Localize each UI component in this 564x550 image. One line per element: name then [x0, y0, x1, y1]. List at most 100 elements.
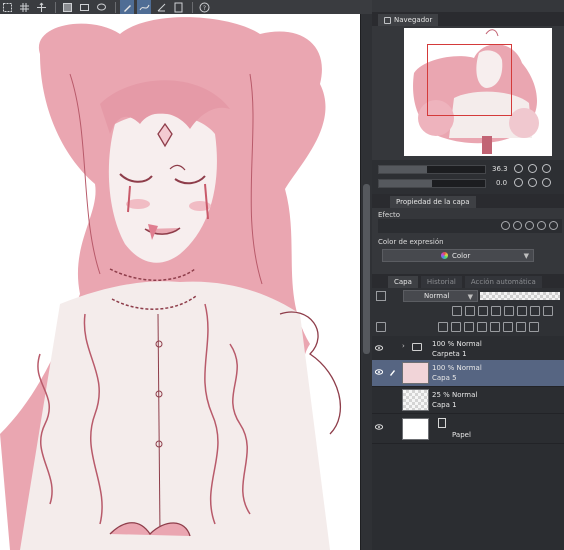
new-layer-icon[interactable] — [438, 322, 448, 332]
help-icon[interactable]: ? — [197, 0, 211, 14]
tab-layer-property[interactable]: Propiedad de la capa — [390, 196, 476, 208]
lasso-icon[interactable] — [94, 0, 108, 14]
tone-effect-icon[interactable] — [513, 221, 522, 230]
pen-icon[interactable] — [120, 0, 134, 14]
filter-effect-icon[interactable] — [549, 221, 558, 230]
trash-icon[interactable] — [516, 322, 526, 332]
navigator-preview[interactable] — [404, 28, 552, 156]
chevron-down-icon: ▼ — [523, 252, 529, 260]
navigator-tab-bar: Navegador — [372, 12, 564, 26]
zoom-out-icon[interactable] — [528, 164, 537, 173]
rule-icon[interactable] — [154, 0, 168, 14]
rotate-left-icon[interactable] — [514, 178, 523, 187]
transfer-icon[interactable] — [477, 322, 487, 332]
pen-icon — [390, 370, 395, 376]
layer-name: Capa 5 — [432, 374, 457, 382]
tab-layer-property-label: Propiedad de la capa — [396, 198, 470, 206]
navigator-controls: 36.3 0.0 — [372, 160, 564, 194]
lock-icon[interactable] — [478, 306, 488, 316]
layer-action-icons-right — [438, 322, 542, 332]
tab-history[interactable]: Historial — [420, 276, 462, 288]
effect-row — [378, 219, 562, 233]
mask-icon[interactable] — [504, 306, 514, 316]
more-icon[interactable] — [529, 322, 539, 332]
opacity-slider[interactable] — [480, 292, 560, 300]
effect-label: Efecto — [378, 211, 401, 219]
tab-layer[interactable]: Capa — [388, 276, 418, 288]
layer-row-selected[interactable]: 100 % Normal Capa 5 — [372, 360, 564, 387]
canvas-vertical-scrollbar[interactable] — [360, 14, 372, 550]
layer-frame-icon[interactable] — [77, 0, 91, 14]
zoom-in-icon[interactable] — [514, 164, 523, 173]
expression-color-label: Color de expresión — [378, 238, 444, 246]
color-effect-icon[interactable] — [525, 221, 534, 230]
layer-thumbnail — [402, 362, 429, 384]
rotation-slider[interactable] — [378, 179, 486, 188]
drawing-canvas[interactable] — [0, 14, 360, 550]
layer-row[interactable]: 25 % Normal Capa 1 — [372, 387, 564, 414]
toolbar-divider — [55, 1, 56, 13]
zoom-slider[interactable] — [378, 165, 486, 174]
tab-auto-actions[interactable]: Acción automática — [464, 276, 542, 288]
layer-mode: 100 % Normal — [432, 364, 482, 372]
layer-name: Carpeta 1 — [432, 350, 467, 358]
layer-thumbnail — [402, 418, 429, 440]
border-effect-icon[interactable] — [501, 221, 510, 230]
layer-row-paper[interactable]: Papel — [372, 414, 564, 444]
lock-alpha-icon[interactable] — [491, 306, 501, 316]
layer-lock-icons — [452, 306, 556, 316]
toolbar-divider — [192, 1, 193, 13]
scrollbar-thumb[interactable] — [363, 184, 370, 354]
navigator-view-frame[interactable] — [427, 44, 512, 116]
grid-icon[interactable] — [17, 0, 31, 14]
rectangle-select-icon[interactable] — [0, 0, 14, 14]
eye-icon[interactable] — [375, 424, 383, 430]
tab-layer-label: Capa — [394, 278, 412, 286]
new-folder-icon[interactable] — [464, 322, 474, 332]
layer-tab-bar: Capa Historial Acción automática — [372, 274, 564, 288]
text-icon[interactable] — [171, 0, 185, 14]
chevron-right-icon[interactable]: › — [402, 342, 405, 350]
new-vector-icon[interactable] — [451, 322, 461, 332]
effect-icons — [498, 221, 558, 230]
expression-color-dropdown[interactable]: Color ▼ — [382, 249, 534, 262]
rotation-value: 0.0 — [496, 179, 508, 187]
paper-icon — [438, 418, 446, 428]
eye-icon[interactable] — [375, 369, 383, 375]
sketch-artwork — [0, 17, 342, 550]
tab-navigator-label: Navegador — [394, 16, 433, 24]
layer-list: › 100 % Normal Carpeta 1 100 % Normal Ca… — [372, 336, 564, 550]
palette-icon[interactable] — [530, 306, 540, 316]
ruler-icon[interactable] — [517, 306, 527, 316]
tab-history-label: Historial — [426, 278, 456, 286]
layer-mode: 25 % Normal — [432, 391, 478, 399]
clip-icon[interactable] — [452, 306, 462, 316]
mask-effect-icon[interactable] — [537, 221, 546, 230]
blend-mode-value: Normal — [424, 292, 450, 300]
svg-text:?: ? — [202, 5, 205, 12]
reference-icon[interactable] — [465, 306, 475, 316]
blend-mode-dropdown[interactable]: Normal ▼ — [403, 290, 478, 302]
layer-toolbar: Normal ▼ — [372, 288, 564, 336]
expression-color-value: Color — [452, 251, 471, 260]
eye-icon[interactable] — [375, 345, 383, 351]
transform-icon[interactable] — [34, 0, 48, 14]
toolbar-divider — [115, 1, 116, 13]
merge-icon[interactable] — [490, 322, 500, 332]
tab-navigator[interactable]: Navegador — [378, 14, 439, 26]
merge-down-icon[interactable] — [503, 322, 513, 332]
layer-action-icons — [376, 322, 389, 332]
draft-icon[interactable] — [543, 306, 553, 316]
fill-icon[interactable] — [60, 0, 74, 14]
layer-color-swatch[interactable] — [376, 291, 386, 301]
tab-auto-actions-label: Acción automática — [470, 278, 536, 286]
reset-rotation-icon[interactable] — [542, 178, 551, 187]
layer-row-folder[interactable]: › 100 % Normal Carpeta 1 — [372, 336, 564, 363]
chevron-down-icon: ▼ — [467, 293, 473, 301]
layer-name: Capa 1 — [432, 401, 457, 409]
fit-view-icon[interactable] — [542, 164, 551, 173]
layer-list-icon[interactable] — [376, 322, 386, 332]
line-icon[interactable] — [137, 0, 151, 14]
rotate-right-icon[interactable] — [528, 178, 537, 187]
layer-thumbnail — [402, 389, 429, 411]
